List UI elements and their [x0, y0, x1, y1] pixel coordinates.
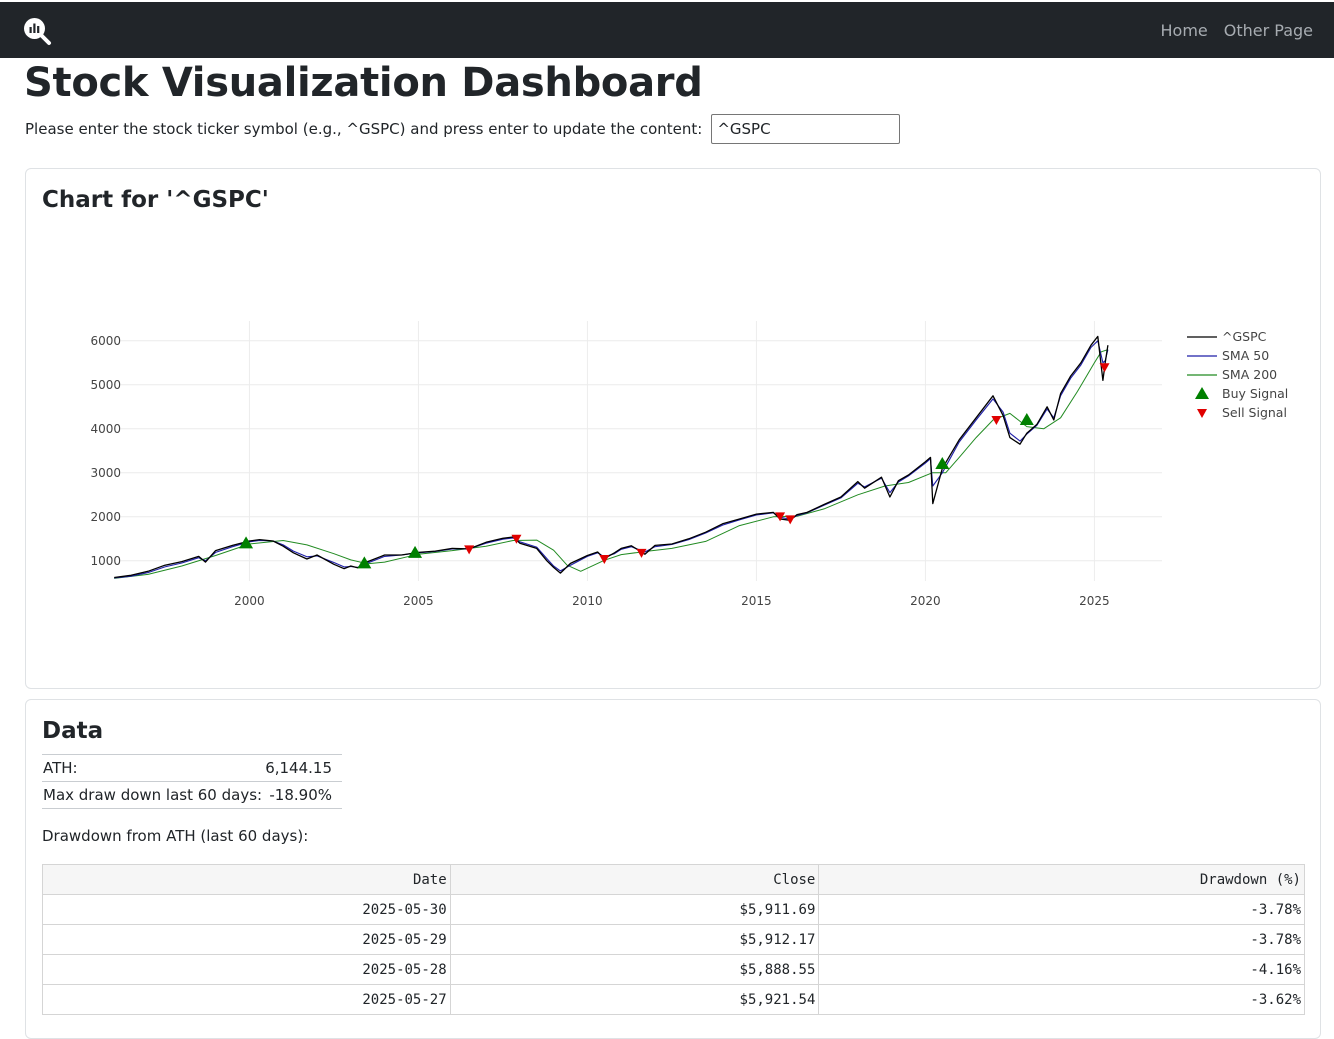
x-tick-label: 2005	[403, 594, 434, 608]
summary-row-max-drawdown: Max draw down last 60 days: -18.90%	[42, 781, 342, 809]
cell-date: 2025-05-30	[42, 894, 451, 925]
legend-label: Buy Signal	[1222, 386, 1288, 401]
series-line-sma-200	[114, 349, 1109, 579]
y-tick-label: 2000	[90, 510, 121, 524]
data-card: Data ATH: 6,144.15 Max draw down last 60…	[25, 699, 1321, 1039]
y-tick-label: 1000	[90, 554, 121, 568]
legend-buy-marker	[1195, 387, 1209, 399]
x-tick-label: 2010	[572, 594, 603, 608]
data-title: Data	[42, 718, 104, 744]
ticker-input[interactable]	[711, 114, 901, 144]
drawdown-caption: Drawdown from ATH (last 60 days):	[42, 827, 309, 845]
cell-close: $5,911.69	[449, 894, 820, 925]
summary-label: Max draw down last 60 days:	[42, 781, 264, 809]
x-tick-label: 2000	[234, 594, 265, 608]
nav-home-link[interactable]: Home	[1161, 21, 1208, 40]
x-tick-label: 2020	[910, 594, 941, 608]
legend-label: ^GSPC	[1222, 329, 1267, 344]
table-row: 2025-05-27 $5,921.54 -3.62%	[42, 984, 1305, 1015]
nav-other-page-link[interactable]: Other Page	[1224, 21, 1313, 40]
cell-drawdown: -4.16%	[818, 954, 1305, 985]
buy-signal-marker	[239, 536, 254, 549]
stock-chart[interactable]: 2000 2005 2010 2015 2020 2025 1000 2000 3000 4000…	[26, 169, 1320, 688]
table-row: 2025-05-30 $5,911.69 -3.78%	[42, 894, 1305, 925]
y-tick-label: 6000	[90, 334, 121, 348]
x-tick-label: 2015	[741, 594, 772, 608]
top-navbar: Home Other Page	[0, 2, 1334, 58]
table-row: 2025-05-28 $5,888.55 -4.16%	[42, 954, 1305, 985]
sell-signal-marker	[464, 545, 475, 555]
cell-close: $5,921.54	[449, 984, 820, 1015]
legend-label: Sell Signal	[1222, 405, 1287, 420]
y-tick-label: 5000	[90, 378, 121, 392]
summary-row-ath: ATH: 6,144.15	[42, 754, 342, 782]
drawdown-table: Date Close Drawdown (%) 2025-05-30 $5,91…	[42, 864, 1305, 1015]
cell-date: 2025-05-28	[42, 954, 451, 985]
cell-date: 2025-05-27	[42, 984, 451, 1015]
series-line-gspc	[114, 335, 1109, 579]
cell-drawdown: -3.78%	[818, 894, 1305, 925]
chart-magnifier-icon[interactable]	[22, 16, 52, 46]
buy-signal-marker	[1019, 412, 1034, 425]
nav-links: Home Other Page	[1161, 2, 1314, 58]
ticker-row: Please enter the stock ticker symbol (e.…	[25, 114, 901, 144]
column-header-close[interactable]: Close	[449, 864, 820, 895]
y-tick-label: 4000	[90, 422, 121, 436]
legend-label: SMA 50	[1222, 348, 1269, 363]
cell-drawdown: -3.62%	[818, 984, 1305, 1015]
summary-value: 6,144.15	[263, 754, 342, 782]
table-row: 2025-05-29 $5,912.17 -3.78%	[42, 924, 1305, 955]
legend-label: SMA 200	[1222, 367, 1277, 382]
table-header-row: Date Close Drawdown (%)	[42, 864, 1305, 895]
column-header-date[interactable]: Date	[42, 864, 451, 895]
column-header-drawdown[interactable]: Drawdown (%)	[818, 864, 1305, 895]
cell-close: $5,912.17	[449, 924, 820, 955]
summary-table: ATH: 6,144.15 Max draw down last 60 days…	[42, 754, 342, 809]
chart-card: Chart for '^GSPC' 2000 2005 2010 2015 2020 20…	[25, 168, 1321, 689]
x-tick-label: 2025	[1079, 594, 1110, 608]
y-tick-label: 3000	[90, 466, 121, 480]
page-title: Stock Visualization Dashboard	[24, 60, 703, 106]
summary-label: ATH:	[42, 754, 264, 782]
summary-value: -18.90%	[263, 781, 342, 809]
cell-close: $5,888.55	[449, 954, 820, 985]
legend-sell-marker	[1197, 409, 1207, 418]
cell-drawdown: -3.78%	[818, 924, 1305, 955]
cell-date: 2025-05-29	[42, 924, 451, 955]
ticker-prompt: Please enter the stock ticker symbol (e.…	[25, 120, 703, 138]
